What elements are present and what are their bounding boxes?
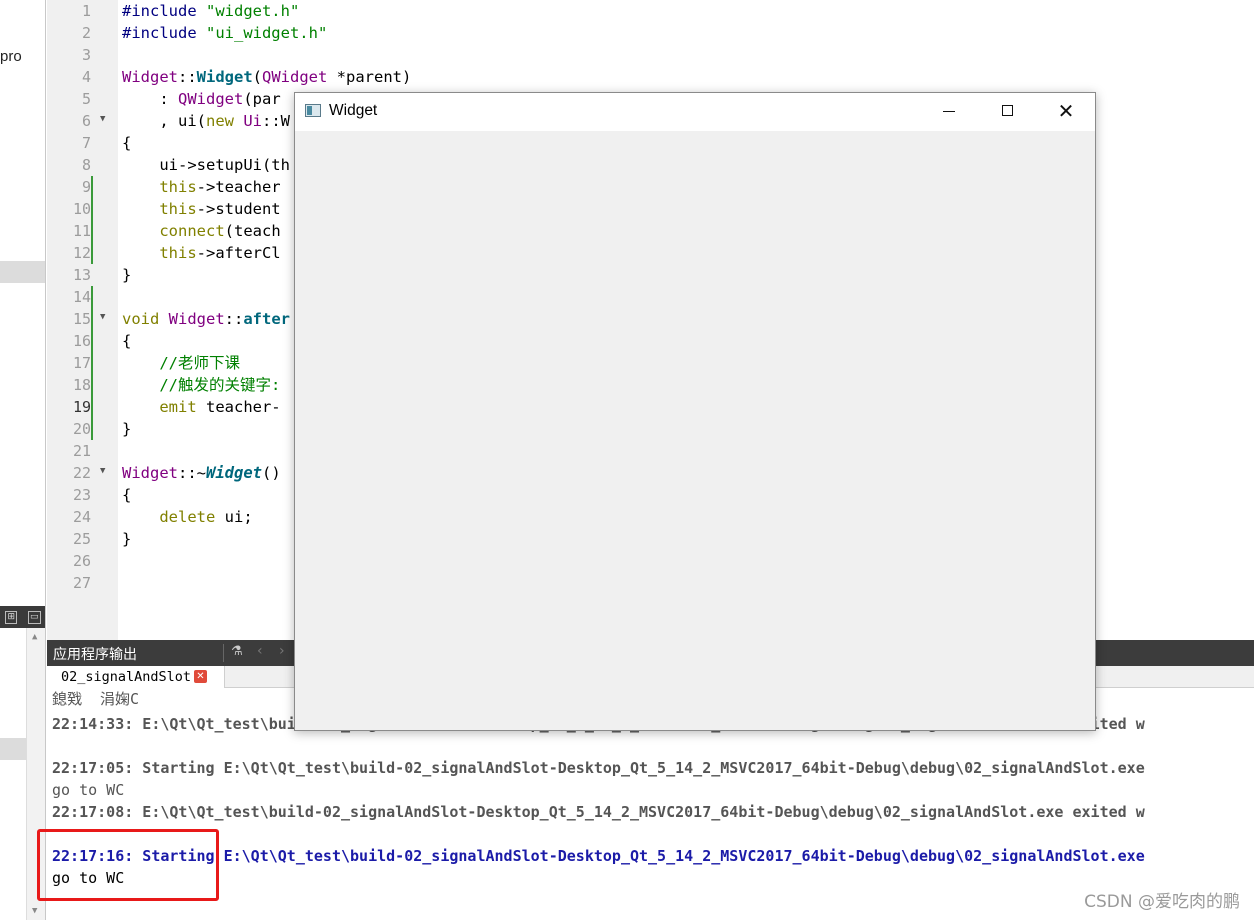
- line-number: 6: [81, 112, 91, 130]
- output-tab-02-signalandslot[interactable]: 02_signalAndSlot ✕: [47, 666, 225, 688]
- split-icon[interactable]: ⊞: [5, 610, 18, 624]
- minimize-button[interactable]: [921, 93, 979, 131]
- code-comment: //老师下课: [122, 354, 240, 372]
- output-line: 22:17:08: E:\Qt\Qt_test\build-02_signalA…: [52, 803, 1145, 821]
- change-marker: [91, 286, 93, 440]
- collapse-icon[interactable]: ▭: [28, 610, 41, 624]
- line-number: 22: [72, 464, 91, 482]
- close-button[interactable]: ✕: [1037, 93, 1095, 131]
- line-number: 24: [72, 508, 91, 526]
- close-icon[interactable]: ✕: [194, 670, 207, 683]
- line-number: 13: [72, 266, 91, 284]
- previous-icon[interactable]: ‹: [257, 643, 263, 659]
- sidebar-selected-row-2[interactable]: [0, 738, 26, 760]
- code-line: }: [122, 266, 132, 284]
- watermark: CSDN @爱吃肉的鹏: [1084, 892, 1240, 912]
- code-comment: //触发的关键字:: [122, 376, 281, 394]
- code-line: connect(teach: [159, 222, 281, 240]
- code-line: Widget::Widget(QWidget *parent): [122, 68, 412, 86]
- code-line: }: [122, 530, 132, 548]
- line-number: 14: [72, 288, 91, 306]
- output-line: go to WC: [52, 781, 125, 799]
- annotation-highlight-box: [37, 829, 219, 901]
- header-divider: [223, 644, 224, 662]
- line-number: 11: [72, 222, 91, 240]
- code-line: this->student: [159, 200, 281, 218]
- code-line-current: emit teacher-: [159, 398, 281, 416]
- output-line: 鎴戣 涓婅C: [52, 690, 140, 708]
- code-line: #include "ui_widget.h": [122, 24, 328, 42]
- output-tab-label: 02_signalAndSlot: [61, 669, 192, 685]
- project-sidebar: pro ⊞ ▭ ▲ ▼: [0, 0, 46, 920]
- change-marker: [91, 176, 93, 264]
- current-line-number: 19: [72, 398, 91, 416]
- code-line: this->afterCl: [159, 244, 281, 262]
- line-number: 9: [81, 178, 91, 196]
- window-app-icon: [305, 104, 321, 117]
- code-line: #include "widget.h": [122, 2, 300, 20]
- code-line: , ui(new Ui::W: [122, 112, 291, 130]
- line-number: 16: [72, 332, 91, 350]
- fold-arrow-icon[interactable]: ▼: [100, 466, 105, 476]
- code-line: {: [122, 332, 132, 350]
- line-number: 1: [81, 2, 91, 20]
- code-line: {: [122, 134, 132, 152]
- code-line: ui->setupUi(th: [122, 156, 290, 174]
- line-number: 7: [81, 134, 91, 152]
- maximize-button[interactable]: [979, 93, 1037, 131]
- line-number-gutter: 1 2 3 4 5 6 7 8 9 10 11 12 13 14 15 16 1…: [47, 0, 118, 640]
- project-file-fragment[interactable]: pro: [0, 48, 22, 65]
- line-number: 17: [72, 354, 91, 372]
- line-number: 26: [72, 552, 91, 570]
- sidebar-toolbar: ⊞ ▭: [0, 606, 45, 628]
- line-number: 3: [81, 46, 91, 64]
- line-number: 15: [72, 310, 91, 328]
- scroll-down-icon[interactable]: ▼: [32, 906, 37, 916]
- code-line: : QWidget(par: [122, 90, 281, 108]
- line-number: 20: [72, 420, 91, 438]
- line-number: 4: [81, 68, 91, 86]
- window-title-bar[interactable]: Widget ✕: [295, 93, 1095, 131]
- line-number: 27: [72, 574, 91, 592]
- scroll-up-icon[interactable]: ▲: [32, 632, 37, 642]
- code-line: delete ui;: [159, 508, 253, 526]
- line-number: 25: [72, 530, 91, 548]
- window-title: Widget: [329, 102, 378, 119]
- widget-window[interactable]: Widget ✕: [294, 92, 1096, 731]
- line-number: 2: [81, 24, 91, 42]
- output-line: 22:17:05: Starting E:\Qt\Qt_test\build-0…: [52, 759, 1145, 777]
- maximize-icon: [1002, 105, 1013, 116]
- close-icon: ✕: [1057, 99, 1075, 123]
- fold-arrow-icon[interactable]: ▼: [100, 312, 105, 322]
- minimize-icon: [943, 111, 955, 112]
- sidebar-selected-row[interactable]: [0, 261, 45, 283]
- line-number: 10: [72, 200, 91, 218]
- line-number: 18: [72, 376, 91, 394]
- clear-output-icon[interactable]: ⚗: [231, 644, 243, 659]
- fold-arrow-icon[interactable]: ▼: [100, 114, 105, 124]
- line-number: 23: [72, 486, 91, 504]
- code-line: }: [122, 420, 132, 438]
- next-icon[interactable]: ›: [279, 643, 285, 659]
- code-line: Widget::~Widget(): [122, 464, 281, 482]
- line-number: 12: [72, 244, 91, 262]
- line-number: 21: [72, 442, 91, 460]
- code-line: {: [122, 486, 132, 504]
- code-line: void Widget::after: [122, 310, 291, 328]
- output-pane-title: 应用程序输出: [53, 647, 137, 663]
- line-number: 8: [81, 156, 91, 174]
- code-line: this->teacher: [159, 178, 281, 196]
- line-number: 5: [81, 90, 91, 108]
